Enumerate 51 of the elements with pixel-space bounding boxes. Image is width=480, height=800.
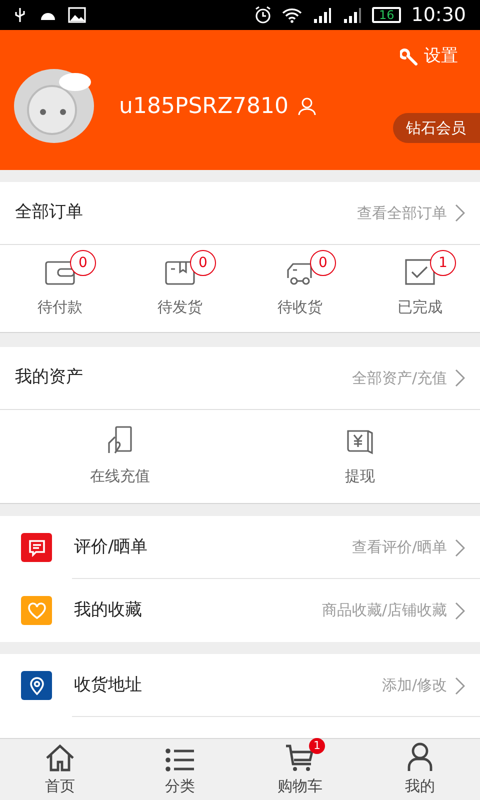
tab-bar-item[interactable]: 1 购物车 xyxy=(240,739,360,800)
home-icon xyxy=(45,744,75,772)
user-icon xyxy=(296,97,317,115)
order-status-button[interactable]: 0 待发货 xyxy=(120,245,240,332)
chevron-right-icon xyxy=(455,602,465,620)
heart-icon xyxy=(26,600,46,620)
message-icon xyxy=(26,538,46,558)
image-icon xyxy=(68,7,86,23)
menu-item[interactable]: 收货地址 xyxy=(74,672,142,698)
menu-item[interactable]: 我的收藏 xyxy=(74,598,142,624)
usb-icon xyxy=(14,7,26,23)
count-badge: 0 xyxy=(70,250,96,276)
tab-bar-item[interactable]: 首页 xyxy=(0,739,120,800)
wallet-icon xyxy=(44,258,76,286)
asset-action-button[interactable]: 在线充值 xyxy=(0,410,240,503)
wifi-icon xyxy=(282,7,302,23)
alarm-icon xyxy=(254,6,272,24)
menu-item-hint: 查看评价/晒单 xyxy=(352,537,447,558)
battery-indicator: 16 xyxy=(372,7,402,23)
chevron-right-icon xyxy=(455,204,465,222)
username: u185PSRZ7810 xyxy=(119,92,289,120)
chevron-right-icon xyxy=(455,538,465,556)
count-badge: 1 xyxy=(430,250,456,276)
card-hand-icon xyxy=(106,425,134,456)
order-status-button[interactable]: 0 待付款 xyxy=(0,245,120,332)
signal-icon xyxy=(312,7,332,23)
menu-icon xyxy=(165,748,195,772)
chevron-right-icon xyxy=(455,369,465,387)
user-icon xyxy=(406,742,434,772)
order-status-button[interactable]: 0 待收货 xyxy=(240,245,360,332)
section-title: 全部订单 xyxy=(15,201,83,224)
wrench-icon xyxy=(400,48,418,66)
cart-badge: 1 xyxy=(309,738,325,754)
chevron-right-icon xyxy=(455,676,465,694)
signal-icon xyxy=(342,7,362,23)
menu-item-hint: 添加/修改 xyxy=(382,675,447,696)
tab-bar-item[interactable]: 分类 xyxy=(120,739,240,800)
cart-icon xyxy=(285,744,315,772)
settings-button[interactable]: 设置 xyxy=(400,44,458,70)
tab-bar-item[interactable]: 我的 xyxy=(360,739,480,800)
menu-item-hint: 商品收藏/店铺收藏 xyxy=(322,600,447,622)
checkbox-icon xyxy=(404,258,436,286)
section-title: 我的资产 xyxy=(15,366,83,390)
member-badge: 钻石会员 xyxy=(393,113,480,143)
order-status-button[interactable]: 1 已完成 xyxy=(360,245,480,332)
asset-action-button[interactable]: 提现 xyxy=(240,410,480,503)
clock: 10:30 xyxy=(411,2,466,28)
count-badge: 0 xyxy=(190,250,216,276)
box-icon xyxy=(164,258,196,286)
count-badge: 0 xyxy=(310,250,336,276)
menu-item[interactable]: 评价/晒单 xyxy=(74,534,148,560)
